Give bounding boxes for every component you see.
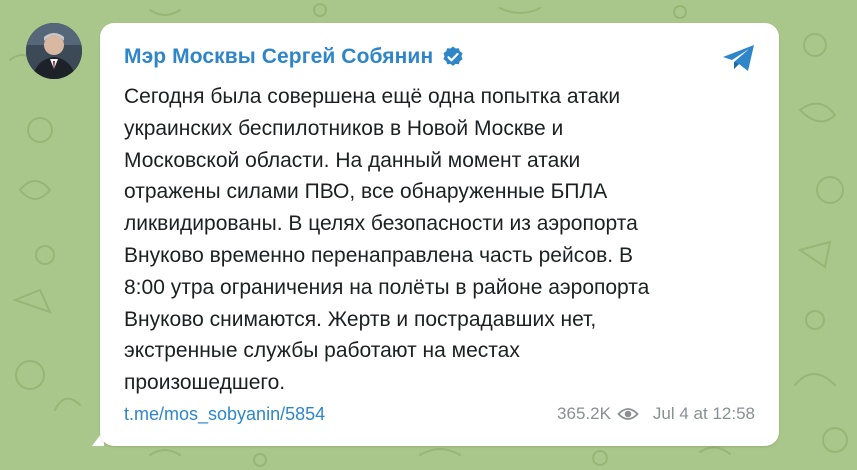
channel-avatar[interactable]: [26, 23, 82, 79]
eye-icon: [617, 408, 639, 420]
telegram-plane-icon[interactable]: [721, 43, 757, 73]
post-link[interactable]: t.me/mos_sobyanin/5854: [124, 404, 325, 425]
message-header: Мэр Москвы Сергей Собянин: [124, 45, 465, 69]
person-avatar-icon: [26, 23, 82, 79]
message-text: Сегодня была совершена ещё одна попытка …: [124, 85, 650, 395]
message-footer: t.me/mos_sobyanin/5854 365.2K Jul 4 at 1…: [124, 403, 755, 425]
message-timestamp: Jul 4 at 12:58: [652, 404, 755, 423]
message-bubble: Мэр Москвы Сергей Собянин Сегодня была с…: [100, 23, 779, 446]
message-meta: 365.2K Jul 4 at 12:58: [557, 404, 755, 424]
view-count: 365.2K: [557, 404, 611, 423]
verified-badge-icon: [443, 46, 463, 66]
channel-name[interactable]: Мэр Москвы Сергей Собянин: [124, 45, 433, 69]
